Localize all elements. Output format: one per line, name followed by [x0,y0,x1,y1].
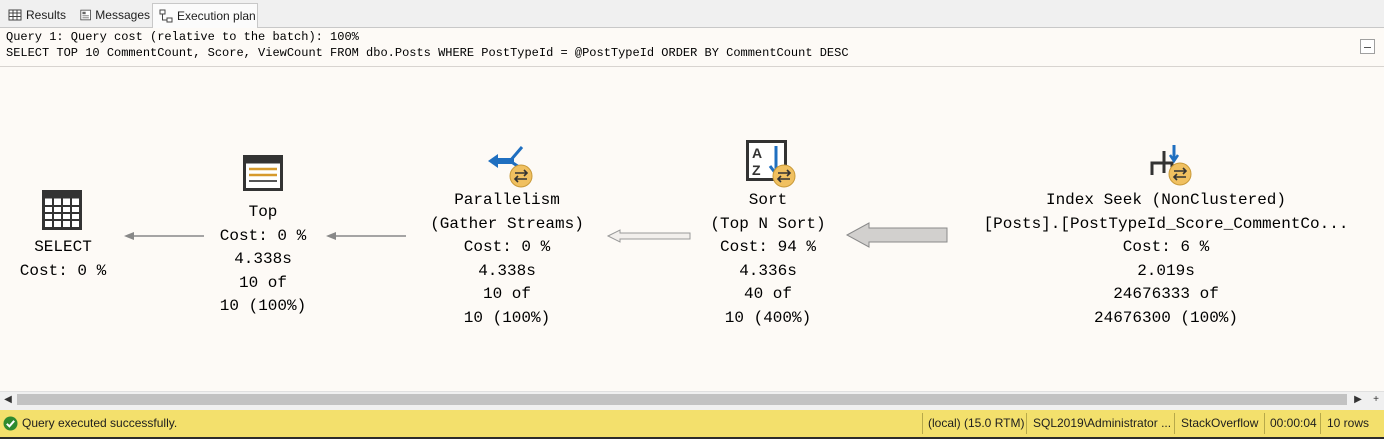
operator-subtitle: [Posts].[PostTypeId_Score_CommentCo... [983,214,1349,233]
operator-rows-actual: 40 of [743,285,792,303]
operator-name: Top [248,203,278,221]
operator-time: 2.019s [1137,261,1195,280]
data-flow-arrow[interactable] [845,221,951,249]
sort-operator-icon[interactable]: A Z [746,140,798,188]
collapse-button[interactable] [1360,39,1375,54]
status-separator [1264,413,1265,434]
scroll-right-button[interactable]: ▶ [1350,392,1366,408]
execution-plan-canvas: SELECT Cost: 0 % Top Cost: 0 % 4.338s 10… [0,67,1384,391]
status-bar: Query executed successfully. (local) (15… [0,410,1384,437]
scrollbar-thumb[interactable] [17,394,1347,405]
status-row-count: 10 rows [1327,416,1370,430]
grid-icon [8,9,22,21]
top-operator-icon[interactable] [243,155,283,191]
operator-name: Parallelism [454,191,560,209]
scroll-corner-button[interactable]: + [1368,392,1384,408]
operator-subtitle: (Top N Sort) [710,214,826,233]
tab-label: Messages [95,8,150,22]
operator-rows-estimate: 10 (100%) [219,297,307,315]
parallelism-operator: Parallelism (Gather Streams) Cost: 0 % 4… [392,189,622,330]
operator-name: Sort [748,191,788,209]
status-separator [922,413,923,434]
query-text-line: SELECT TOP 10 CommentCount, Score, ViewC… [6,46,849,60]
operator-subtitle: (Gather Streams) [430,214,584,233]
top-operator: Top Cost: 0 % 4.338s 10 of 10 (100%) [178,201,348,319]
operator-time: 4.338s [478,261,536,280]
operator-rows-actual: 24676333 of [1113,285,1219,303]
status-server: (local) (15.0 RTM) [928,416,1025,430]
operator-rows-actual: 10 of [238,273,287,292]
status-elapsed-time: 00:00:04 [1270,416,1317,430]
svg-text:A: A [752,145,762,161]
status-separator [1174,413,1175,434]
operator-name: Index Seek (NonClustered) [1045,191,1287,209]
operator-rows-estimate: 10 (400%) [724,308,812,327]
operator-cost: Cost: 0 % [19,261,107,280]
status-message: Query executed successfully. [22,416,178,430]
status-login: SQL2019\Administrator ... [1033,416,1172,430]
operator-cost: Cost: 0 % [463,238,551,256]
status-database: StackOverflow [1181,416,1259,430]
operator-time: 4.336s [739,261,797,280]
status-separator [1320,413,1321,434]
tab-label: Results [26,8,67,22]
operator-cost: Cost: 6 % [1122,238,1210,256]
tab-execution-plan[interactable]: Execution plan [152,3,258,28]
svg-text:Z: Z [752,162,761,178]
operator-cost: Cost: 0 % [219,226,307,245]
execution-plan-icon [159,9,173,23]
status-separator [1026,413,1027,434]
operator-time: 4.338s [234,250,292,268]
success-check-icon [3,416,18,431]
index-seek-operator-icon[interactable] [1148,141,1194,187]
parallelism-operator-icon[interactable] [484,145,536,189]
tab-label: Execution plan [177,9,256,23]
index-seek-operator: Index Seek (NonClustered) [Posts].[PostT… [956,189,1376,330]
query-cost-line: Query 1: Query cost (relative to the bat… [6,30,359,44]
select-operator-icon[interactable] [42,190,82,230]
operator-rows-estimate: 24676300 (100%) [1093,308,1239,327]
messages-icon [80,9,91,21]
sort-operator: Sort (Top N Sort) Cost: 94 % 4.336s 40 o… [668,189,868,330]
operator-rows-estimate: 10 (100%) [463,308,551,327]
scroll-left-button[interactable]: ◀ [0,392,16,408]
select-operator: SELECT Cost: 0 % [0,236,126,283]
query-header: Query 1: Query cost (relative to the bat… [0,28,1384,67]
horizontal-scrollbar[interactable]: ◀ ▶ + [0,391,1384,408]
results-tab-bar: Results Messages Execution plan [0,0,1384,28]
tab-messages[interactable]: Messages [74,4,150,26]
operator-rows-actual: 10 of [482,285,531,303]
operator-name: SELECT [34,238,92,256]
operator-cost: Cost: 94 % [719,238,816,256]
tab-results[interactable]: Results [2,4,70,26]
